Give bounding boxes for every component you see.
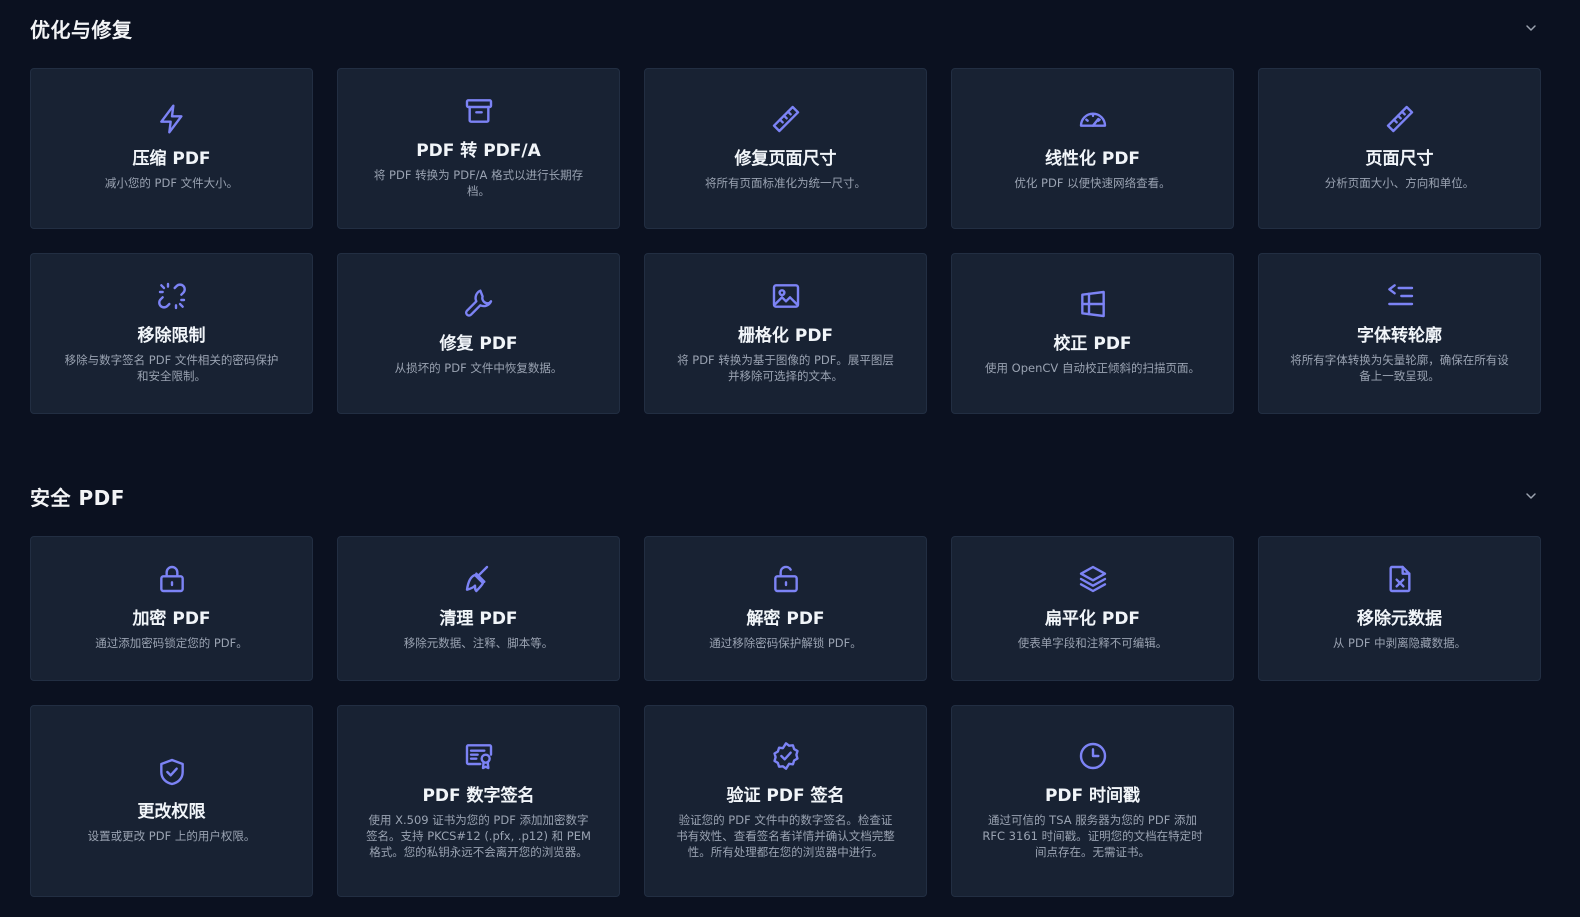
tool-card-repair-pdf[interactable]: 修复 PDF 从损坏的 PDF 文件中恢复数据。: [337, 253, 620, 414]
tool-description: 将所有字体转换为矢量轮廓，确保在所有设备上一致呈现。: [1290, 353, 1509, 383]
tool-card-fix-page-size[interactable]: 修复页面尺寸 将所有页面标准化为统一尺寸。: [644, 68, 927, 229]
section-secure-pdf: 安全 PDF 加密 PDF 通过添加密码锁定您的 PDF。 清理 PDF 移除元…: [30, 468, 1541, 897]
perspective-icon: [1076, 287, 1110, 321]
tool-title: 线性化 PDF: [1044, 149, 1141, 169]
gauge-icon: [1076, 102, 1110, 136]
tool-title: 校正 PDF: [1053, 334, 1132, 354]
tool-description: 将 PDF 转换为基于图像的 PDF。展平图层并移除可选择的文本。: [677, 353, 894, 383]
shield-check-icon: [155, 755, 189, 789]
tool-card-digital-signature[interactable]: PDF 数字签名 使用 X.509 证书为您的 PDF 添加加密数字签名。支持 …: [337, 705, 620, 897]
section-header[interactable]: 优化与修复: [30, 0, 1540, 56]
tool-card-pdf-to-pdfa[interactable]: PDF 转 PDF/A 将 PDF 转换为 PDF/A 格式以进行长期存档。: [337, 68, 620, 229]
indent-list-icon: [1383, 279, 1417, 313]
tool-grid: 压缩 PDF 减小您的 PDF 文件大小。 PDF 转 PDF/A 将 PDF …: [30, 68, 1541, 414]
tool-card-encrypt-pdf[interactable]: 加密 PDF 通过添加密码锁定您的 PDF。: [30, 536, 313, 681]
tool-title: 字体转轮廓: [1357, 326, 1442, 346]
tool-card-timestamp[interactable]: PDF 时间戳 通过可信的 TSA 服务器为您的 PDF 添加 RFC 3161…: [951, 705, 1234, 897]
tool-card-compress-pdf[interactable]: 压缩 PDF 减小您的 PDF 文件大小。: [30, 68, 313, 229]
tool-description: 使用 OpenCV 自动校正倾斜的扫描页面。: [985, 361, 1200, 375]
tool-title: PDF 时间戳: [1044, 785, 1141, 806]
tool-title: 移除限制: [137, 326, 206, 346]
lock-icon: [155, 562, 189, 596]
unlink-icon: [155, 279, 189, 313]
section-header[interactable]: 安全 PDF: [30, 468, 1540, 524]
chevron-down-icon[interactable]: [1522, 487, 1540, 505]
tool-description: 从损坏的 PDF 文件中恢复数据。: [394, 361, 563, 375]
tool-title: 扁平化 PDF: [1044, 609, 1141, 629]
tool-card-deskew-pdf[interactable]: 校正 PDF 使用 OpenCV 自动校正倾斜的扫描页面。: [951, 253, 1234, 414]
tool-description: 使表单字段和注释不可编辑。: [1017, 636, 1168, 650]
tool-card-rasterize-pdf[interactable]: 栅格化 PDF 将 PDF 转换为基于图像的 PDF。展平图层并移除可选择的文本…: [644, 253, 927, 414]
tool-title: PDF 转 PDF/A: [416, 141, 541, 161]
clock-icon: [1076, 739, 1110, 773]
tool-description: 优化 PDF 以便快速网络查看。: [1014, 176, 1171, 190]
tool-title: 页面尺寸: [1365, 149, 1434, 169]
section-optimize-repair: 优化与修复 压缩 PDF 减小您的 PDF 文件大小。 PDF 转 PDF/A …: [30, 0, 1541, 414]
badge-check-icon: [769, 739, 803, 773]
section-title: 优化与修复: [30, 17, 133, 42]
image-icon: [769, 279, 803, 313]
tool-title: 更改权限: [137, 801, 206, 822]
section-title: 安全 PDF: [30, 485, 125, 510]
tool-description: 设置或更改 PDF 上的用户权限。: [87, 828, 256, 843]
tool-description: 分析页面大小、方向和单位。: [1324, 176, 1475, 190]
tool-title: 验证 PDF 签名: [726, 785, 845, 806]
tool-title: 压缩 PDF: [132, 149, 211, 169]
tool-card-remove-restrictions[interactable]: 移除限制 移除与数字签名 PDF 文件相关的密码保护和安全限制。: [30, 253, 313, 414]
tool-card-font-to-outline[interactable]: 字体转轮廓 将所有字体转换为矢量轮廓，确保在所有设备上一致呈现。: [1258, 253, 1541, 414]
chevron-down-icon[interactable]: [1522, 19, 1540, 37]
tool-description: 将所有页面标准化为统一尺寸。: [705, 176, 866, 190]
ruler-icon: [769, 102, 803, 136]
tool-title: 修复页面尺寸: [734, 149, 837, 169]
tool-card-linearize-pdf[interactable]: 线性化 PDF 优化 PDF 以便快速网络查看。: [951, 68, 1234, 229]
tool-description: 验证您的 PDF 文件中的数字签名。检查证书有效性、查看签名者详情并确认文档完整…: [676, 812, 895, 859]
tool-title: PDF 数字签名: [422, 785, 535, 806]
tool-description: 将 PDF 转换为 PDF/A 格式以进行长期存档。: [373, 168, 584, 198]
tool-description: 从 PDF 中剥离隐藏数据。: [1332, 636, 1467, 650]
tool-card-sanitize-pdf[interactable]: 清理 PDF 移除元数据、注释、脚本等。: [337, 536, 620, 681]
wrench-icon: [462, 287, 496, 321]
unlock-icon: [769, 562, 803, 596]
tool-title: 移除元数据: [1357, 609, 1442, 629]
tool-title: 清理 PDF: [439, 609, 518, 629]
tool-description: 通过可信的 TSA 服务器为您的 PDF 添加 RFC 3161 时间戳。证明您…: [982, 812, 1203, 859]
tool-grid: 加密 PDF 通过添加密码锁定您的 PDF。 清理 PDF 移除元数据、注释、脚…: [30, 536, 1541, 897]
certificate-icon: [462, 739, 496, 773]
tool-card-verify-signature[interactable]: 验证 PDF 签名 验证您的 PDF 文件中的数字签名。检查证书有效性、查看签名…: [644, 705, 927, 897]
archive-icon: [462, 94, 496, 128]
tool-card-flatten-pdf[interactable]: 扁平化 PDF 使表单字段和注释不可编辑。: [951, 536, 1234, 681]
tools-page: 优化与修复 压缩 PDF 减小您的 PDF 文件大小。 PDF 转 PDF/A …: [0, 0, 1580, 917]
ruler-icon: [1383, 102, 1417, 136]
tool-title: 修复 PDF: [439, 334, 518, 354]
tool-card-change-permissions[interactable]: 更改权限 设置或更改 PDF 上的用户权限。: [30, 705, 313, 897]
tool-card-decrypt-pdf[interactable]: 解密 PDF 通过移除密码保护解锁 PDF。: [644, 536, 927, 681]
tool-card-remove-metadata[interactable]: 移除元数据 从 PDF 中剥离隐藏数据。: [1258, 536, 1541, 681]
tool-description: 移除与数字签名 PDF 文件相关的密码保护和安全限制。: [64, 353, 279, 383]
tool-title: 加密 PDF: [132, 609, 211, 629]
tool-description: 通过移除密码保护解锁 PDF。: [709, 636, 862, 650]
tool-description: 使用 X.509 证书为您的 PDF 添加加密数字签名。支持 PKCS#12 (…: [366, 812, 591, 859]
tool-title: 栅格化 PDF: [737, 326, 834, 346]
layers-icon: [1076, 562, 1110, 596]
tool-title: 解密 PDF: [746, 609, 825, 629]
lightning-icon: [155, 102, 189, 136]
tool-card-page-dimensions[interactable]: 页面尺寸 分析页面大小、方向和单位。: [1258, 68, 1541, 229]
tool-description: 移除元数据、注释、脚本等。: [403, 636, 554, 650]
tool-description: 减小您的 PDF 文件大小。: [104, 176, 239, 190]
file-x-icon: [1383, 562, 1417, 596]
tool-description: 通过添加密码锁定您的 PDF。: [95, 636, 248, 650]
broom-icon: [462, 562, 496, 596]
